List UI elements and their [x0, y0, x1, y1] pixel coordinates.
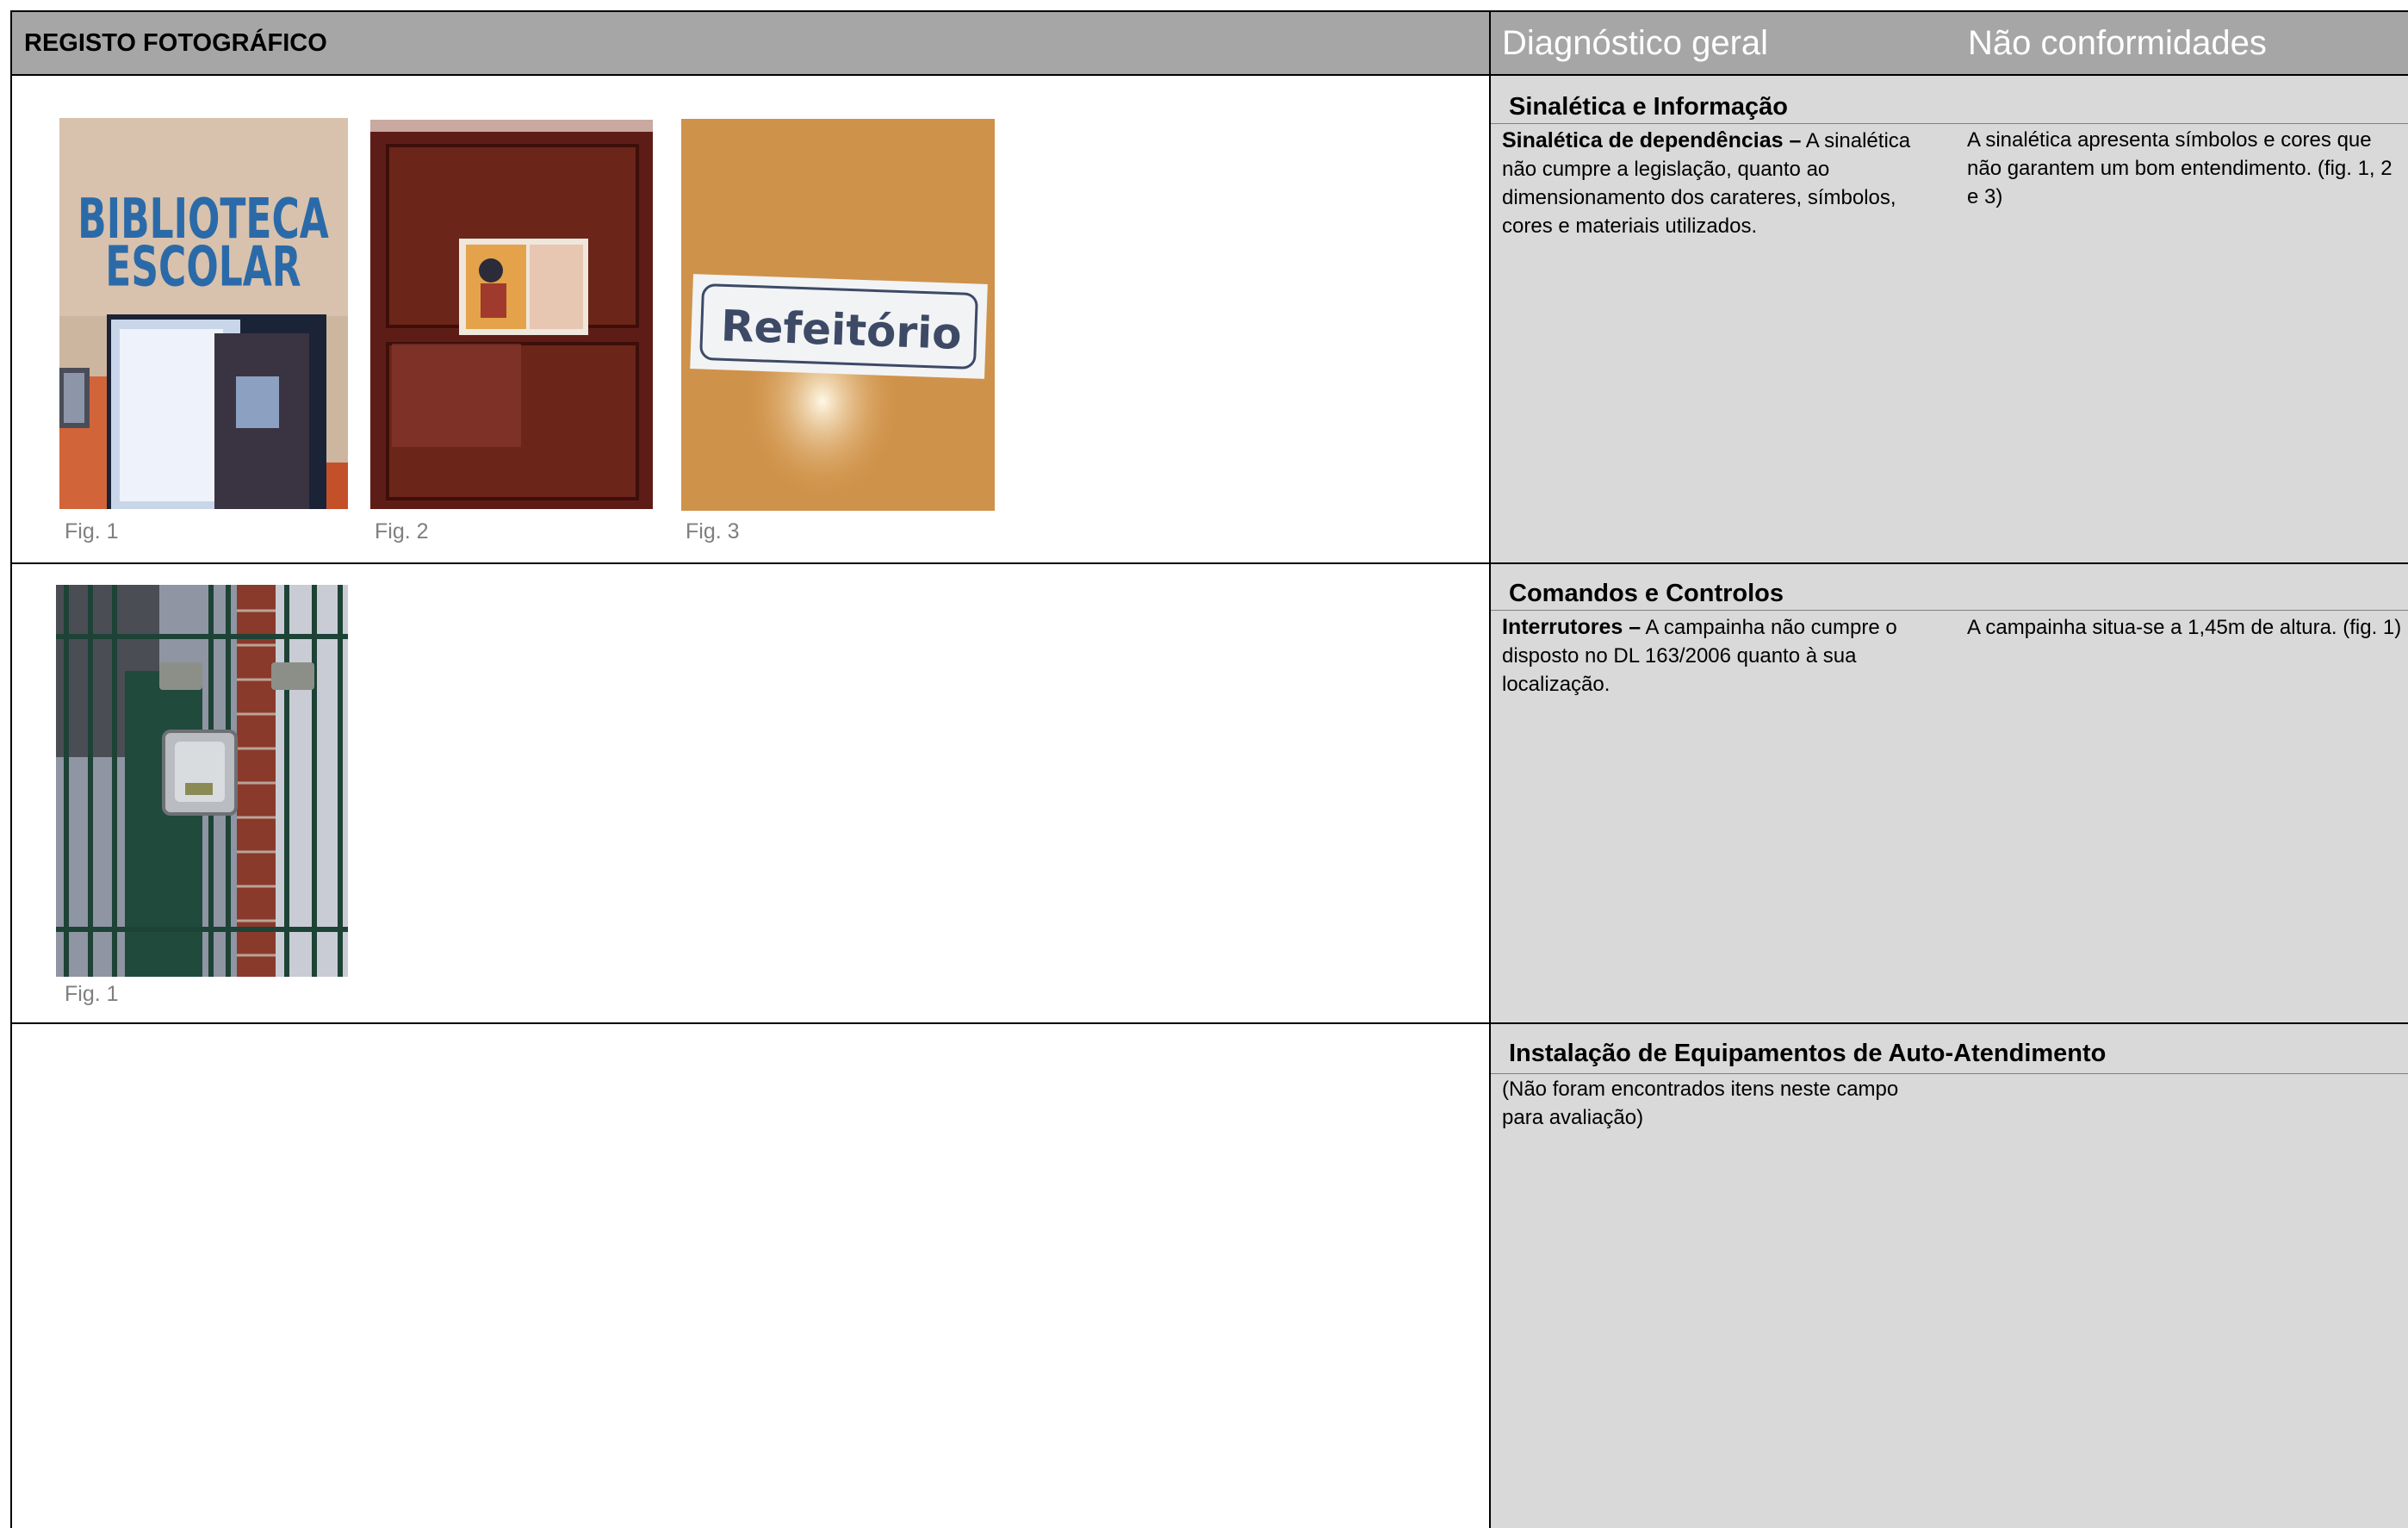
section-underline [1491, 1073, 2408, 1074]
figure-caption: Fig. 1 [65, 982, 119, 1006]
section-title-sinaletica: Sinalética e Informação [1509, 93, 1788, 121]
diagnostico-auto-atendimento: (Não foram encontrados itens neste campo… [1502, 1078, 1899, 1129]
section-title-auto-atendimento: Instalação de Equipamentos de Auto-Atend… [1509, 1040, 2107, 1067]
nao-conformidade-comandos: A campainha situa-se a 1,45m de altura. … [1967, 616, 2402, 639]
refeitorio-sign-text: Refeitório [720, 301, 962, 359]
frame-top-line [10, 10, 2408, 12]
column-divider [1489, 10, 1491, 1528]
diagnostico-comandos: Interrutores – A campainha não cumpre o … [1502, 613, 1924, 699]
figure-caption: Fig. 2 [375, 519, 429, 543]
photo-biblioteca-escolar: BIBLIOTECA ESCOLAR [59, 118, 348, 509]
frame-left-line [10, 10, 12, 1528]
section-title-comandos: Comandos e Controlos [1509, 580, 1784, 607]
header-assessment: Diagnóstico geral Não conformidades [1491, 12, 2408, 76]
assessment-panel [1491, 76, 2408, 1528]
section-underline [1491, 610, 2408, 611]
photo-door-pictogram [370, 120, 653, 509]
photo-refeitorio-sign: Refeitório [681, 119, 995, 511]
section-underline [1491, 123, 2408, 124]
report-page: REGISTO FOTOGRÁFICO Diagnóstico geral Nã… [0, 0, 2408, 1528]
diag-label: Sinalética de dependências – [1502, 128, 1802, 152]
diag-label: Interrutores – [1502, 615, 1642, 639]
header-photo-register: REGISTO FOTOGRÁFICO [12, 12, 1489, 76]
row-separator-1 [10, 562, 2408, 564]
nao-conformidade-sinaletica: A sinalética apresenta símbolos e cores … [1967, 128, 2392, 208]
header-nao-conformidades: Não conformidades [1968, 24, 2267, 62]
header-title: REGISTO FOTOGRÁFICO [24, 29, 327, 57]
figure-caption: Fig. 3 [686, 519, 740, 543]
header-diagnostico: Diagnóstico geral [1502, 24, 1769, 62]
diagnostico-sinaletica: Sinalética de dependências – A sinalétic… [1502, 127, 1924, 240]
figure-caption: Fig. 1 [65, 519, 119, 543]
photo-doorbell-gate [56, 585, 348, 977]
sign-line-2: ESCOLAR [105, 234, 301, 299]
row-separator-2 [10, 1022, 2408, 1024]
